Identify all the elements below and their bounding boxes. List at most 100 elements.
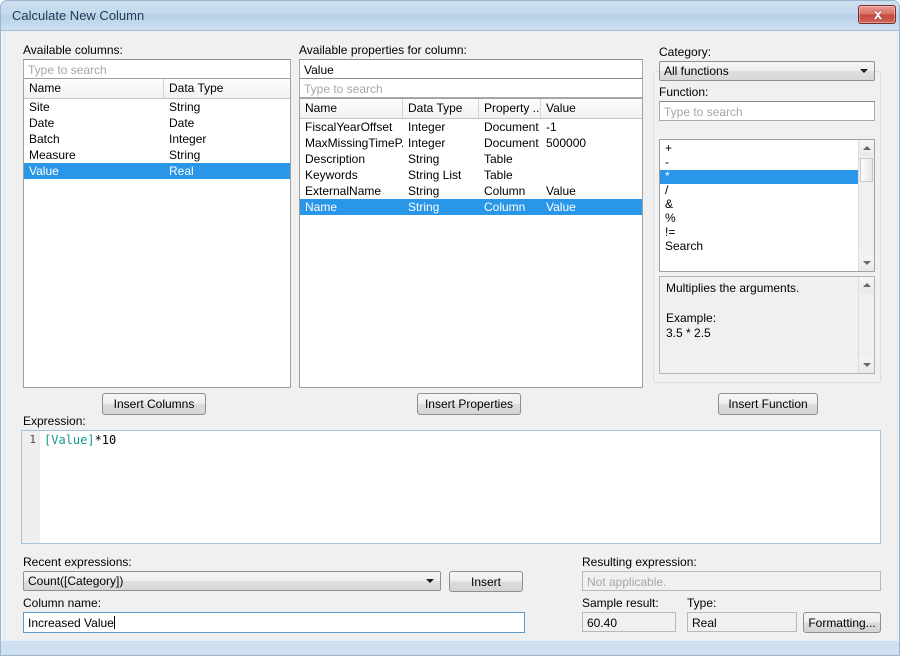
list-item[interactable]: != xyxy=(660,226,858,240)
list-item[interactable]: + xyxy=(660,142,858,156)
cell-data-type: String xyxy=(403,199,479,215)
scroll-down-arrow-icon[interactable] xyxy=(859,255,874,271)
cell-property-scope: Table xyxy=(479,151,541,167)
table-row[interactable]: MaxMissingTimeP...IntegerDocument500000 xyxy=(300,135,642,151)
chevron-down-icon xyxy=(860,69,868,73)
list-item[interactable]: & xyxy=(660,198,858,212)
function-label: Function: xyxy=(659,85,708,99)
available-properties-header: Name Data Type Property ... Value xyxy=(300,99,642,119)
insert-columns-button[interactable]: Insert Columns xyxy=(102,393,206,415)
properties-column-value: Value xyxy=(299,59,643,79)
function-category-label: Category: xyxy=(659,45,711,59)
insert-recent-expression-button[interactable]: Insert xyxy=(449,571,523,592)
close-icon xyxy=(872,10,884,21)
table-row[interactable]: DescriptionStringTable xyxy=(300,151,642,167)
description-line: 3.5 * 2.5 xyxy=(660,326,858,341)
cell-name: Site xyxy=(24,99,164,115)
calculate-new-column-dialog: Calculate New Column Available columns: … xyxy=(0,0,900,656)
table-row[interactable]: FiscalYearOffsetIntegerDocument-1 xyxy=(300,119,642,135)
table-row[interactable]: ValueReal xyxy=(24,163,290,179)
description-scrollbar[interactable] xyxy=(858,277,874,373)
cell-value: Value xyxy=(541,199,642,215)
cell-name: Description xyxy=(300,151,403,167)
function-search-input[interactable]: Type to search xyxy=(659,101,875,121)
result-type-label: Type: xyxy=(687,596,716,610)
available-columns-search-input[interactable]: Type to search xyxy=(23,59,291,79)
expression-token-operator: *10 xyxy=(95,433,117,447)
table-row[interactable]: NameStringColumnValue xyxy=(300,199,642,215)
available-properties-search-input[interactable]: Type to search xyxy=(299,78,643,98)
description-line: Multiplies the arguments. xyxy=(660,281,858,296)
table-row[interactable]: DateDate xyxy=(24,115,290,131)
cell-name: Measure xyxy=(24,147,164,163)
dialog-client-area: Available columns: Type to search Name D… xyxy=(4,31,898,641)
cell-data-type: String xyxy=(164,99,290,115)
column-header-name[interactable]: Name xyxy=(24,79,164,98)
available-columns-grid[interactable]: Name Data Type SiteStringDateDateBatchIn… xyxy=(23,78,291,388)
table-row[interactable]: ExternalNameStringColumnValue xyxy=(300,183,642,199)
property-header-name[interactable]: Name xyxy=(300,99,403,118)
recent-chevron-down-icon xyxy=(426,579,434,583)
function-description-pane: Multiplies the arguments. Example:3.5 * … xyxy=(659,276,875,374)
property-header-data-type[interactable]: Data Type xyxy=(403,99,479,118)
available-columns-body: SiteStringDateDateBatchIntegerMeasureStr… xyxy=(24,99,290,179)
table-row[interactable]: SiteString xyxy=(24,99,290,115)
recent-expressions-select[interactable]: Count([Category]) xyxy=(23,571,441,591)
available-columns-label: Available columns: xyxy=(23,43,123,57)
list-item[interactable]: % xyxy=(660,212,858,226)
sample-result-value: 60.40 xyxy=(582,612,676,632)
resulting-expression-value: Not applicable. xyxy=(582,571,881,591)
description-line xyxy=(660,296,858,311)
property-header-property-scope[interactable]: Property ... xyxy=(479,99,541,118)
scroll-thumb[interactable] xyxy=(860,158,873,182)
table-row[interactable]: KeywordsString ListTable xyxy=(300,167,642,183)
cell-name: Keywords xyxy=(300,167,403,183)
functions-scrollbar[interactable] xyxy=(858,140,874,271)
title-bar: Calculate New Column xyxy=(1,1,900,31)
desc-scroll-up-arrow-icon[interactable] xyxy=(859,277,874,293)
table-row[interactable]: BatchInteger xyxy=(24,131,290,147)
property-header-value[interactable]: Value xyxy=(541,99,642,118)
cell-data-type: Real xyxy=(164,163,290,179)
result-type-value: Real xyxy=(687,612,797,632)
cell-name: ExternalName xyxy=(300,183,403,199)
available-columns-header: Name Data Type xyxy=(24,79,290,99)
expression-gutter: 1 xyxy=(22,431,40,543)
formatting-button[interactable]: Formatting... xyxy=(803,612,881,633)
insert-properties-button[interactable]: Insert Properties xyxy=(417,393,521,415)
available-properties-grid[interactable]: Name Data Type Property ... Value Fiscal… xyxy=(299,98,643,388)
scroll-up-arrow-icon[interactable] xyxy=(859,140,874,156)
column-header-data-type[interactable]: Data Type xyxy=(164,79,290,98)
expression-editor[interactable]: 1 [Value]*10 xyxy=(21,430,881,544)
insert-function-button[interactable]: Insert Function xyxy=(718,393,818,415)
list-item[interactable]: * xyxy=(660,170,863,184)
column-name-value: Increased Value xyxy=(28,616,114,630)
description-line: Example: xyxy=(660,311,858,326)
cell-property-scope: Table xyxy=(479,167,541,183)
function-category-select[interactable]: All functions xyxy=(659,61,875,81)
expression-code[interactable]: [Value]*10 xyxy=(44,433,116,448)
sample-result-label: Sample result: xyxy=(582,596,659,610)
list-item[interactable]: / xyxy=(660,184,858,198)
column-name-input[interactable]: Increased Value xyxy=(23,612,525,633)
cell-data-type: Date xyxy=(164,115,290,131)
cell-data-type: Integer xyxy=(403,135,479,151)
close-button[interactable] xyxy=(858,5,896,24)
list-item[interactable]: - xyxy=(660,156,858,170)
cell-property-scope: Column xyxy=(479,183,541,199)
functions-listbox[interactable]: +-*/&%!=Search xyxy=(659,139,875,272)
cell-value: 500000 xyxy=(541,135,642,151)
cell-name: Batch xyxy=(24,131,164,147)
available-properties-label: Available properties for column: xyxy=(299,43,467,57)
expression-label: Expression: xyxy=(23,414,86,428)
table-row[interactable]: MeasureString xyxy=(24,147,290,163)
cell-property-scope: Document xyxy=(479,135,541,151)
cell-data-type: Integer xyxy=(403,119,479,135)
list-item[interactable]: Search xyxy=(660,240,858,254)
cell-data-type: String xyxy=(403,151,479,167)
cell-data-type: String List xyxy=(403,167,479,183)
cell-property-scope: Document xyxy=(479,119,541,135)
desc-scroll-down-arrow-icon[interactable] xyxy=(859,357,874,373)
cell-name: MaxMissingTimeP... xyxy=(300,135,403,151)
cell-value xyxy=(541,151,642,167)
